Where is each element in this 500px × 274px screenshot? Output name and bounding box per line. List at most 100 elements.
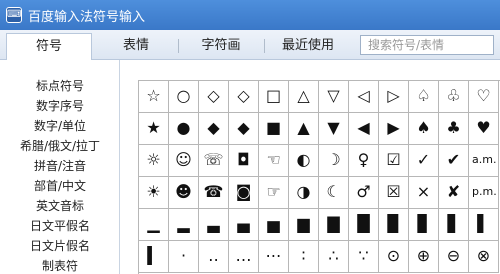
- category-item[interactable]: 希腊/俄文/拉丁: [0, 138, 120, 154]
- symbol-cell[interactable]: ◆: [229, 113, 259, 145]
- symbol-cell[interactable]: ◇: [199, 81, 229, 113]
- tab-char-art[interactable]: 字符画: [180, 33, 262, 59]
- ime-logo-icon: ⌨: [6, 7, 22, 23]
- symbol-cell[interactable]: ✘: [439, 177, 469, 209]
- symbol-cell[interactable]: ▆: [289, 209, 319, 241]
- category-item[interactable]: 数字/单位: [0, 118, 120, 134]
- symbol-cell[interactable]: ▶: [379, 113, 409, 145]
- tab-divider: [264, 39, 265, 53]
- symbol-row: ★ ● ◆ ◆ ■ ▲ ▼ ◀ ▶ ♠ ♣ ♥: [139, 113, 500, 145]
- symbol-cell[interactable]: ●: [169, 113, 199, 145]
- category-item[interactable]: 日文片假名: [0, 238, 120, 254]
- symbol-cell[interactable]: ◀: [349, 113, 379, 145]
- symbol-cell[interactable]: △: [289, 81, 319, 113]
- symbol-cell[interactable]: ◆: [199, 113, 229, 145]
- symbol-cell[interactable]: ☽: [319, 145, 349, 177]
- symbol-cell[interactable]: █: [349, 209, 379, 241]
- tab-emoticons[interactable]: 表情: [96, 33, 176, 59]
- symbol-cell[interactable]: ◙: [229, 177, 259, 209]
- symbol-cell[interactable]: ▼: [319, 113, 349, 145]
- symbol-cell[interactable]: ⊗: [469, 241, 499, 273]
- symbol-row: ☀ ☻ ☎ ◙ ☞ ◑ ☾ ♂ ☒ × ✘ p.m.: [139, 177, 500, 209]
- symbol-row: ▍ · ‥… ⋯ ∶ ∴ ∵ ⊙ ⊕ ⊖ ⊗: [139, 241, 500, 273]
- search-input[interactable]: 搜索符号/表情: [360, 35, 494, 55]
- category-item[interactable]: 制表符: [0, 258, 120, 274]
- tab-symbols[interactable]: 符号: [6, 33, 92, 61]
- tab-recent[interactable]: 最近使用: [266, 33, 350, 59]
- symbol-cell[interactable]: ▄: [229, 209, 259, 241]
- symbol-cell[interactable]: ○: [169, 81, 199, 113]
- symbol-cell[interactable]: ★: [139, 113, 169, 145]
- symbol-cell[interactable]: …: [229, 241, 259, 273]
- symbol-cell[interactable]: □: [259, 81, 289, 113]
- category-item[interactable]: 数字序号: [0, 98, 120, 114]
- symbol-cell[interactable]: ♂: [349, 177, 379, 209]
- title-bar: ⌨ 百度输入法符号输入: [0, 0, 500, 30]
- symbol-cell[interactable]: ☀: [139, 177, 169, 209]
- category-sidebar: 标点符号 数字序号 数字/单位 希腊/俄文/拉丁 拼音/注音 部首/中文 英文音…: [0, 60, 120, 274]
- symbol-cell[interactable]: ▋: [439, 209, 469, 241]
- symbol-cell[interactable]: ☻: [169, 177, 199, 209]
- symbol-grid: ☆ ○ ◇ ◇ □ △ ▽ ◁ ▷ ♤ ♧ ♡ ★ ● ◆ ◆ ■ ▲ ▼ ◀ ▶ ♠ ♣ ♥ ☼ ☺ ☏ ◘ ☜ ◐ ☽ ♀ ☑ ✓ ✔ a.m. ☀…: [138, 80, 500, 274]
- symbol-cell[interactable]: ⊙: [379, 241, 409, 273]
- symbol-cell[interactable]: ▷: [379, 81, 409, 113]
- symbol-cell[interactable]: ▁: [139, 209, 169, 241]
- symbol-cell[interactable]: ■: [259, 113, 289, 145]
- symbol-cell[interactable]: ✓: [409, 145, 439, 177]
- symbol-cell[interactable]: ☼: [139, 145, 169, 177]
- symbol-cell[interactable]: ♀: [349, 145, 379, 177]
- symbol-cell[interactable]: ⊕: [409, 241, 439, 273]
- symbol-cell[interactable]: ▊: [409, 209, 439, 241]
- symbol-cell[interactable]: ☏: [199, 145, 229, 177]
- symbol-cell[interactable]: ☺: [169, 145, 199, 177]
- category-item[interactable]: 标点符号: [0, 78, 120, 94]
- symbol-cell[interactable]: ▃: [199, 209, 229, 241]
- symbol-cell[interactable]: ☆: [139, 81, 169, 113]
- symbol-cell[interactable]: ▍: [139, 241, 169, 273]
- symbol-cell[interactable]: ♡: [469, 81, 499, 113]
- symbol-cell[interactable]: ♤: [409, 81, 439, 113]
- symbol-cell[interactable]: ♠: [409, 113, 439, 145]
- category-item[interactable]: 日文平假名: [0, 218, 120, 234]
- category-item[interactable]: 部首/中文: [0, 178, 120, 194]
- symbol-cell[interactable]: ◇: [229, 81, 259, 113]
- symbol-cell[interactable]: ☒: [379, 177, 409, 209]
- symbol-cell[interactable]: ◘: [229, 145, 259, 177]
- symbol-row: ▁ ▂ ▃ ▄ ▅ ▆ ▇ █ ▉ ▊ ▋ ▌: [139, 209, 500, 241]
- symbol-cell[interactable]: ▽: [319, 81, 349, 113]
- symbol-row: ☆ ○ ◇ ◇ □ △ ▽ ◁ ▷ ♤ ♧ ♡: [139, 81, 500, 113]
- symbol-cell[interactable]: ▲: [289, 113, 319, 145]
- symbol-cell[interactable]: ◐: [289, 145, 319, 177]
- symbol-row: ☼ ☺ ☏ ◘ ☜ ◐ ☽ ♀ ☑ ✓ ✔ a.m.: [139, 145, 500, 177]
- window-title: 百度输入法符号输入: [28, 10, 146, 25]
- symbol-cell[interactable]: ⋯: [259, 241, 289, 273]
- symbol-cell[interactable]: ☜: [259, 145, 289, 177]
- symbol-cell[interactable]: ◑: [289, 177, 319, 209]
- symbol-cell[interactable]: ⊖: [439, 241, 469, 273]
- symbol-cell[interactable]: ✔: [439, 145, 469, 177]
- symbol-cell[interactable]: ∶: [289, 241, 319, 273]
- symbol-cell[interactable]: ☎: [199, 177, 229, 209]
- symbol-cell[interactable]: ▌: [469, 209, 499, 241]
- symbol-cell[interactable]: ·: [169, 241, 199, 273]
- symbol-cell[interactable]: p.m.: [469, 177, 499, 209]
- symbol-cell[interactable]: a.m.: [469, 145, 499, 177]
- category-item[interactable]: 英文音标: [0, 198, 120, 214]
- symbol-cell[interactable]: ▅: [259, 209, 289, 241]
- category-item[interactable]: 拼音/注音: [0, 158, 120, 174]
- symbol-cell[interactable]: ♥: [469, 113, 499, 145]
- symbol-cell[interactable]: ▂: [169, 209, 199, 241]
- symbol-cell[interactable]: ▇: [319, 209, 349, 241]
- symbol-cell[interactable]: ♧: [439, 81, 469, 113]
- symbol-cell[interactable]: ▉: [379, 209, 409, 241]
- symbol-cell[interactable]: ∴: [319, 241, 349, 273]
- symbol-cell[interactable]: ◁: [349, 81, 379, 113]
- tab-divider: [178, 39, 179, 53]
- symbol-cell[interactable]: ×: [409, 177, 439, 209]
- symbol-cell[interactable]: ‥: [199, 241, 229, 273]
- symbol-cell[interactable]: ☾: [319, 177, 349, 209]
- symbol-cell[interactable]: ∵: [349, 241, 379, 273]
- symbol-cell[interactable]: ☞: [259, 177, 289, 209]
- symbol-cell[interactable]: ☑: [379, 145, 409, 177]
- symbol-cell[interactable]: ♣: [439, 113, 469, 145]
